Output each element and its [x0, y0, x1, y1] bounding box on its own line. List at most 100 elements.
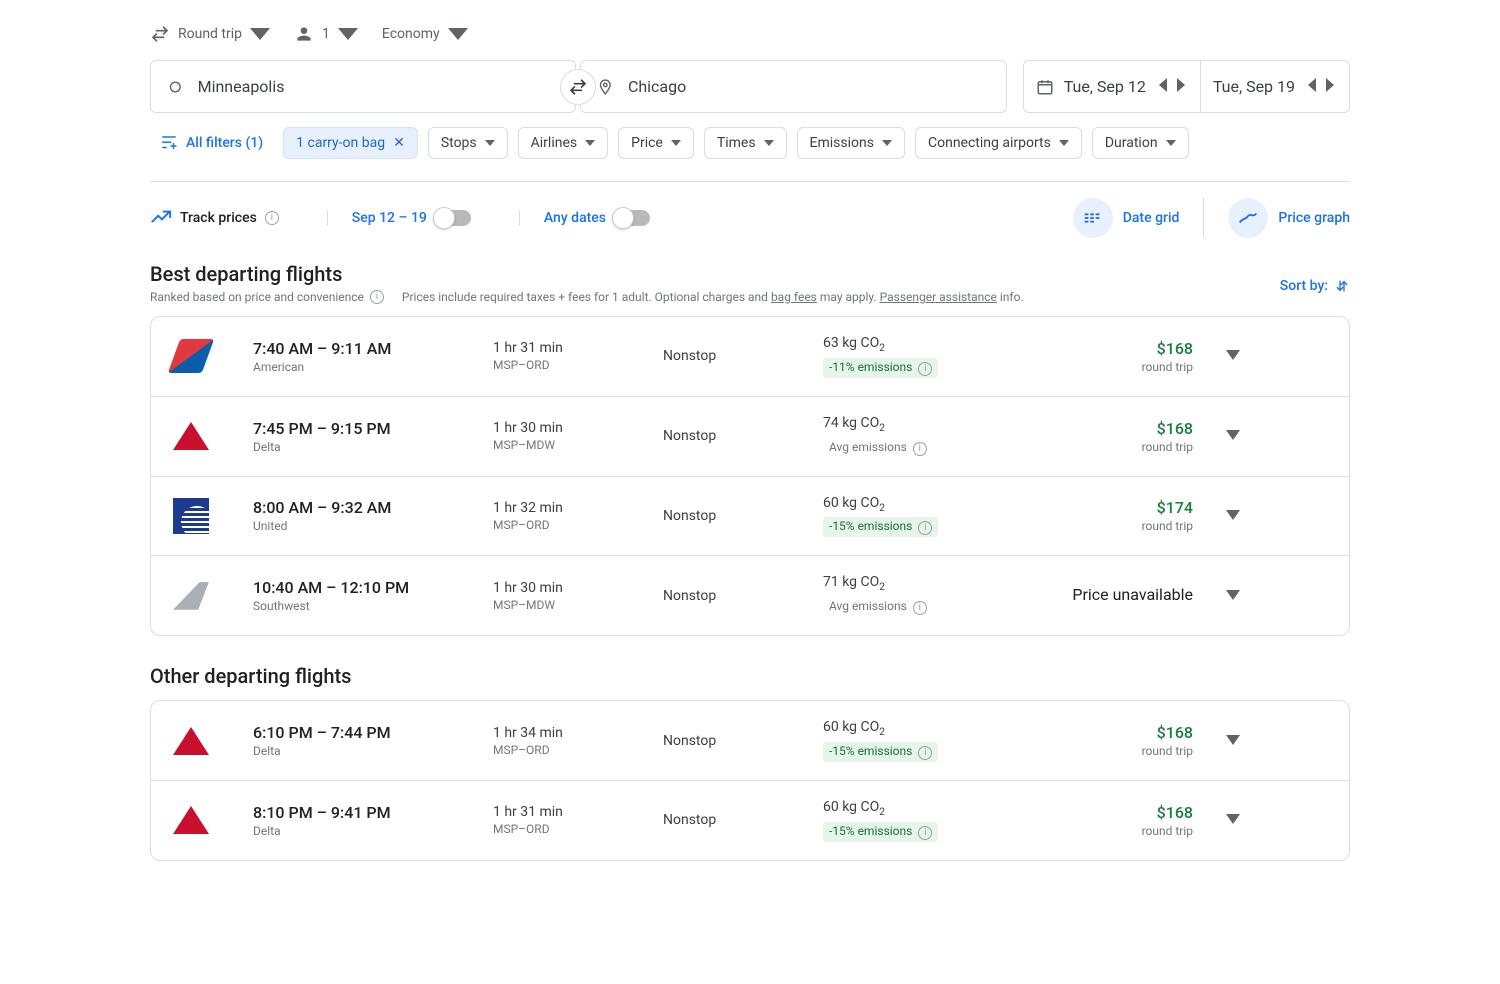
expand-button[interactable] [1213, 428, 1253, 444]
tune-icon [160, 134, 178, 152]
expand-button[interactable] [1213, 588, 1253, 604]
flight-row[interactable]: 7:40 AM – 9:11 AM American 1 hr 31 min M… [151, 317, 1349, 396]
flight-price: Price unavailable [1063, 585, 1193, 604]
flight-price: $174 [1063, 498, 1193, 517]
filter-pill-airlines[interactable]: Airlines [518, 127, 608, 159]
airline-name: Delta [253, 440, 473, 454]
flight-stops: Nonstop [663, 812, 803, 828]
filter-pill-price[interactable]: Price [618, 127, 694, 159]
info-icon[interactable]: i [913, 601, 927, 615]
best-section-subtitle: Ranked based on price and convenience i … [150, 290, 1024, 304]
flight-duration: 1 hr 31 min [493, 804, 643, 820]
any-dates-label[interactable]: Any dates [544, 210, 606, 226]
depart-next-button[interactable] [1174, 75, 1188, 98]
swap-icon [568, 77, 588, 97]
filter-pill-connecting-airports[interactable]: Connecting airports [915, 127, 1082, 159]
chevron-down-icon [1166, 138, 1176, 148]
filter-pill-emissions[interactable]: Emissions [797, 127, 905, 159]
info-icon[interactable]: i [918, 521, 932, 535]
chevron-down-icon [250, 24, 270, 44]
info-icon[interactable]: i [913, 442, 927, 456]
track-date-range[interactable]: Sep 12 – 19 [352, 210, 427, 226]
best-section-title: Best departing flights [150, 262, 1024, 286]
chevron-down-icon [1226, 735, 1240, 745]
trip-controls: Round trip 1 Economy [150, 0, 1350, 60]
flight-row[interactable]: 7:45 PM – 9:15 PM Delta 1 hr 30 min MSP–… [151, 396, 1349, 476]
flight-stops: Nonstop [663, 733, 803, 749]
chevron-down-icon [1226, 814, 1240, 824]
flight-stops: Nonstop [663, 508, 803, 524]
active-filter-pill[interactable]: 1 carry-on bag ✕ [283, 127, 418, 159]
track-row: Track prices i Sep 12 – 19 Any dates Dat… [150, 182, 1350, 262]
return-next-button[interactable] [1323, 75, 1337, 98]
date-inputs: Tue, Sep 12 Tue, Sep 19 [1023, 60, 1350, 113]
flight-row[interactable]: 8:00 AM – 9:32 AM United 1 hr 32 min MSP… [151, 476, 1349, 556]
info-icon[interactable]: i [918, 362, 932, 376]
flight-stops: Nonstop [663, 348, 803, 364]
other-section-title: Other departing flights [150, 664, 1350, 688]
filter-pill-stops[interactable]: Stops [428, 127, 508, 159]
flight-emissions: 63 kg CO2 [823, 335, 1043, 354]
all-filters-button[interactable]: All filters (1) [150, 128, 273, 158]
bag-fees-link[interactable]: bag fees [771, 290, 817, 304]
depart-prev-button[interactable] [1156, 75, 1170, 98]
info-icon[interactable]: i [370, 290, 384, 304]
flight-times: 7:40 AM – 9:11 AM [253, 339, 473, 358]
destination-input-container[interactable] [580, 60, 1006, 113]
chevron-down-icon [671, 138, 681, 148]
flight-emissions: 60 kg CO2 [823, 719, 1043, 738]
origin-input[interactable] [198, 77, 560, 96]
expand-button[interactable] [1213, 733, 1253, 749]
flight-row[interactable]: 10:40 AM – 12:10 PM Southwest 1 hr 30 mi… [151, 555, 1349, 635]
info-icon[interactable]: i [918, 746, 932, 760]
date-grid-button[interactable]: Date grid [1049, 198, 1180, 238]
emissions-badge: Avg emissions i [823, 597, 933, 617]
passenger-assistance-link[interactable]: Passenger assistance [880, 290, 997, 304]
return-date-label: Tue, Sep 19 [1213, 77, 1295, 96]
filter-row: All filters (1) 1 carry-on bag ✕ Stops Ai… [150, 127, 1350, 159]
filter-pill-duration[interactable]: Duration [1092, 127, 1189, 159]
emissions-badge: -15% emissions i [823, 822, 938, 842]
price-sub: round trip [1063, 519, 1193, 533]
flight-times: 7:45 PM – 9:15 PM [253, 419, 473, 438]
passengers-dropdown[interactable]: 1 [294, 24, 358, 44]
info-icon[interactable]: i [918, 826, 932, 840]
flight-duration: 1 hr 30 min [493, 420, 643, 436]
info-icon[interactable]: i [265, 211, 279, 225]
airline-name: Southwest [253, 599, 473, 613]
expand-button[interactable] [1213, 812, 1253, 828]
flight-airports: MSP–MDW [493, 438, 643, 452]
chevron-down-icon [448, 24, 468, 44]
cabin-class-dropdown[interactable]: Economy [382, 24, 468, 44]
flight-emissions: 74 kg CO2 [823, 415, 1043, 434]
price-sub: round trip [1063, 360, 1193, 374]
track-dates-toggle[interactable] [435, 210, 471, 226]
all-filters-label: All filters (1) [186, 135, 263, 151]
origin-input-container[interactable] [150, 60, 576, 113]
flight-row[interactable]: 6:10 PM – 7:44 PM Delta 1 hr 34 min MSP–… [151, 701, 1349, 780]
chevron-down-icon [1226, 590, 1240, 600]
trip-type-dropdown[interactable]: Round trip [150, 24, 270, 44]
flight-stops: Nonstop [663, 428, 803, 444]
price-graph-button[interactable]: Price graph [1203, 198, 1350, 238]
flight-price: $168 [1063, 803, 1193, 822]
any-dates-toggle[interactable] [614, 210, 650, 226]
return-date-input[interactable]: Tue, Sep 19 [1200, 61, 1349, 112]
circle-icon [167, 78, 184, 96]
flight-times: 10:40 AM – 12:10 PM [253, 578, 473, 597]
depart-date-label: Tue, Sep 12 [1064, 77, 1146, 96]
filter-pill-times[interactable]: Times [704, 127, 787, 159]
flight-row[interactable]: 8:10 PM – 9:41 PM Delta 1 hr 31 min MSP–… [151, 780, 1349, 860]
swap-button[interactable] [560, 69, 596, 105]
expand-button[interactable] [1213, 348, 1253, 364]
return-prev-button[interactable] [1305, 75, 1319, 98]
sort-icon [1334, 278, 1350, 294]
expand-button[interactable] [1213, 508, 1253, 524]
airline-name: American [253, 360, 473, 374]
depart-date-input[interactable]: Tue, Sep 12 [1024, 61, 1200, 112]
flight-airports: MSP–ORD [493, 743, 643, 757]
sort-by-button[interactable]: Sort by: [1280, 278, 1350, 294]
destination-input[interactable] [628, 77, 990, 96]
airline-name: United [253, 519, 473, 533]
close-icon[interactable]: ✕ [393, 135, 405, 151]
